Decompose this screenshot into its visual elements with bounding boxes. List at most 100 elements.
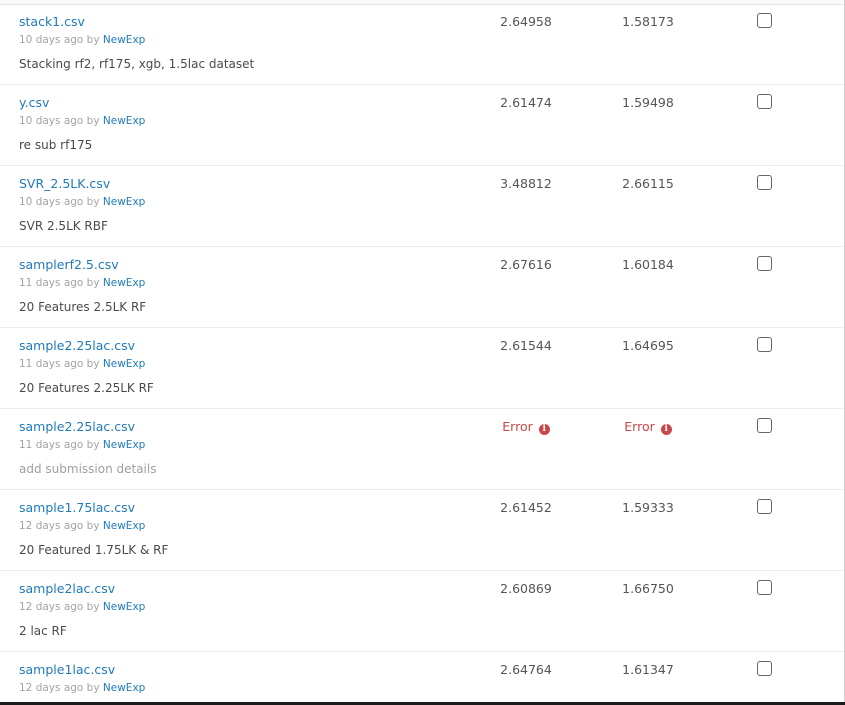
private-score: 2.61474 xyxy=(481,95,571,110)
submission-author-link[interactable]: NewExp xyxy=(103,601,145,613)
submission-author-link[interactable]: NewExp xyxy=(103,34,145,46)
submission-author-link[interactable]: NewExp xyxy=(103,439,145,451)
submission-row: sample1.75lac.csv 12 days ago by NewExp … xyxy=(0,490,845,571)
submission-meta: 12 days ago by NewExp xyxy=(19,601,145,613)
submission-meta: 11 days ago by NewExp xyxy=(19,358,145,370)
submission-description: 20 Features 2.5LK RF xyxy=(19,300,147,314)
submission-author-link[interactable]: NewExp xyxy=(103,196,145,208)
submission-row: stack1.csv 10 days ago by NewExp Stackin… xyxy=(0,4,845,85)
submission-meta: 11 days ago by NewExp xyxy=(19,439,145,451)
submission-description: 20 Features 2.25LK RF xyxy=(19,381,154,395)
public-score: 1.64695 xyxy=(603,338,693,353)
submission-age: 12 days ago by xyxy=(19,520,100,532)
private-score-value: 2.61544 xyxy=(500,338,552,353)
submission-description: Stacking rf2, rf175, xgb, 1.5lac dataset xyxy=(19,57,255,71)
submission-file-link[interactable]: samplerf2.5.csv xyxy=(19,257,119,272)
public-score-value: 2.66115 xyxy=(622,176,674,191)
public-score-value: 1.59498 xyxy=(622,95,674,110)
private-score: 2.61544 xyxy=(481,338,571,353)
submission-description: SVR 2.5LK RBF xyxy=(19,219,108,233)
submission-author-link[interactable]: NewExp xyxy=(103,358,145,370)
private-score: 2.67616 xyxy=(481,257,571,272)
submission-file-link[interactable]: sample2lac.csv xyxy=(19,581,115,596)
submission-age: 11 days ago by xyxy=(19,439,100,451)
public-score: 1.60184 xyxy=(603,257,693,272)
private-score: 2.64958 xyxy=(481,14,571,29)
submission-file-link[interactable]: SVR_2.5LK.csv xyxy=(19,176,110,191)
submission-meta: 10 days ago by NewExp xyxy=(19,115,145,127)
submission-file-link[interactable]: y.csv xyxy=(19,95,49,110)
submission-row: y.csv 10 days ago by NewExp re sub rf175… xyxy=(0,85,845,166)
submission-row: sample2lac.csv 12 days ago by NewExp 2 l… xyxy=(0,571,845,652)
public-score-value: 1.66750 xyxy=(622,581,674,596)
submission-file-link[interactable]: stack1.csv xyxy=(19,14,85,29)
submission-row: samplerf2.5.csv 11 days ago by NewExp 20… xyxy=(0,247,845,328)
select-submission-checkbox[interactable] xyxy=(757,175,772,190)
select-submission-checkbox[interactable] xyxy=(757,94,772,109)
submission-author-link[interactable]: NewExp xyxy=(103,520,145,532)
public-score: 1.59333 xyxy=(603,500,693,515)
submission-age: 10 days ago by xyxy=(19,34,100,46)
submission-file-link[interactable]: sample2.25lac.csv xyxy=(19,419,135,434)
private-score-value: 2.61452 xyxy=(500,500,552,515)
submission-age: 11 days ago by xyxy=(19,358,100,370)
select-submission-checkbox[interactable] xyxy=(757,337,772,352)
submission-meta: 10 days ago by NewExp xyxy=(19,34,145,46)
submission-meta: 10 days ago by NewExp xyxy=(19,196,145,208)
submission-meta: 11 days ago by NewExp xyxy=(19,277,145,289)
submission-age: 10 days ago by xyxy=(19,196,100,208)
private-score: 2.61452 xyxy=(481,500,571,515)
submissions-list: stack1.csv 10 days ago by NewExp Stackin… xyxy=(0,4,845,705)
select-submission-checkbox[interactable] xyxy=(757,13,772,28)
submission-row: sample2.25lac.csv 11 days ago by NewExp … xyxy=(0,409,845,490)
public-score: Error i xyxy=(603,419,693,435)
private-score-value: 2.61474 xyxy=(500,95,552,110)
private-score-value: 2.67616 xyxy=(500,257,552,272)
submission-file-link[interactable]: sample1.75lac.csv xyxy=(19,500,135,515)
submission-description: 20 Featured 1.75LK & RF xyxy=(19,543,169,557)
select-submission-checkbox[interactable] xyxy=(757,661,772,676)
private-score-value: 3.48812 xyxy=(500,176,552,191)
private-score: 3.48812 xyxy=(481,176,571,191)
public-score-value: 1.61347 xyxy=(622,662,674,677)
submission-meta: 12 days ago by NewExp xyxy=(19,520,145,532)
public-score: 1.59498 xyxy=(603,95,693,110)
submission-author-link[interactable]: NewExp xyxy=(103,115,145,127)
info-circle-icon[interactable]: i xyxy=(660,424,672,435)
private-score-value: 2.60869 xyxy=(500,581,552,596)
submission-author-link[interactable]: NewExp xyxy=(103,682,145,694)
submission-age: 11 days ago by xyxy=(19,277,100,289)
submission-meta: 12 days ago by NewExp xyxy=(19,682,145,694)
public-score: 1.58173 xyxy=(603,14,693,29)
info-circle-icon[interactable]: i xyxy=(538,424,550,435)
submission-description: 2 lac RF xyxy=(19,624,67,638)
public-score-value: Error xyxy=(624,419,655,434)
private-score: 2.64764 xyxy=(481,662,571,677)
submission-author-link[interactable]: NewExp xyxy=(103,277,145,289)
select-submission-checkbox[interactable] xyxy=(757,256,772,271)
select-submission-checkbox[interactable] xyxy=(757,580,772,595)
submission-description[interactable]: add submission details xyxy=(19,462,156,476)
public-score: 1.61347 xyxy=(603,662,693,677)
public-score-value: 1.60184 xyxy=(622,257,674,272)
private-score-value: Error xyxy=(502,419,533,434)
submission-row: sample2.25lac.csv 11 days ago by NewExp … xyxy=(0,328,845,409)
submission-age: 12 days ago by xyxy=(19,601,100,613)
select-submission-checkbox[interactable] xyxy=(757,418,772,433)
submissions-panel: stack1.csv 10 days ago by NewExp Stackin… xyxy=(0,0,845,705)
submission-file-link[interactable]: sample1lac.csv xyxy=(19,662,115,677)
public-score-value: 1.64695 xyxy=(622,338,674,353)
public-score-value: 1.59333 xyxy=(622,500,674,515)
select-submission-checkbox[interactable] xyxy=(757,499,772,514)
submission-file-link[interactable]: sample2.25lac.csv xyxy=(19,338,135,353)
private-score-value: 2.64958 xyxy=(500,14,552,29)
private-score: Error i xyxy=(481,419,571,435)
submission-row: sample1lac.csv 12 days ago by NewExp 2.6… xyxy=(0,652,845,705)
public-score: 2.66115 xyxy=(603,176,693,191)
submission-row: SVR_2.5LK.csv 10 days ago by NewExp SVR … xyxy=(0,166,845,247)
private-score-value: 2.64764 xyxy=(500,662,552,677)
public-score: 1.66750 xyxy=(603,581,693,596)
private-score: 2.60869 xyxy=(481,581,571,596)
submission-description: re sub rf175 xyxy=(19,138,93,152)
public-score-value: 1.58173 xyxy=(622,14,674,29)
